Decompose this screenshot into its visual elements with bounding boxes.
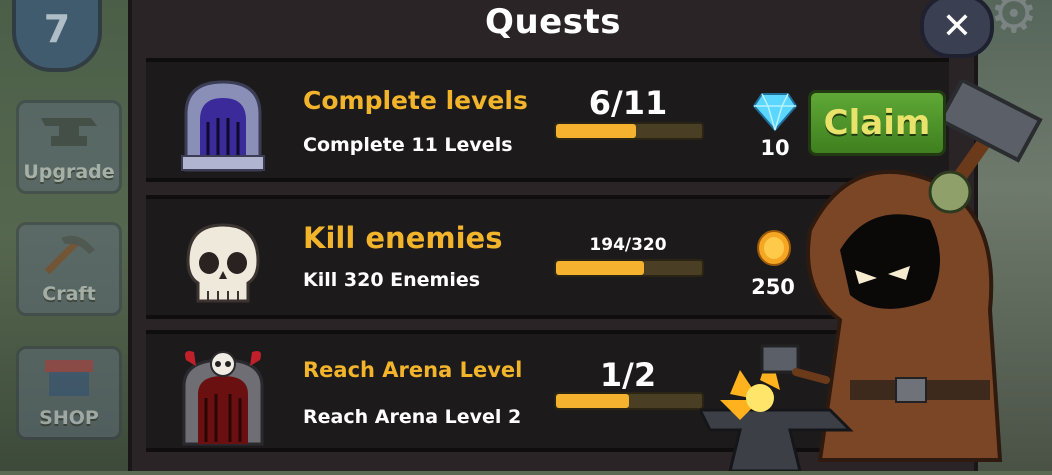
upgrade-button[interactable]: Upgrade [16,100,122,194]
progress-fill [556,124,636,138]
dialog-title: Quests [485,2,621,42]
quest-title: Reach Arena Level [303,358,523,382]
dungeon-door-icon [178,74,268,174]
arena-gate-icon [178,346,268,446]
skull-icon [178,211,268,311]
shop-button[interactable]: SHOP [16,346,122,440]
progress-fill [556,394,629,408]
quest-title: Kill enemies [303,221,503,255]
progress-fill [556,261,645,275]
shop-stall-icon [39,349,99,407]
pickaxe-icon [39,225,99,283]
quest-description: Kill 320 Enemies [303,269,481,291]
craft-button[interactable]: Craft [16,222,122,316]
progress-text: 194/320 [589,235,667,255]
craft-label: Craft [42,283,96,305]
anvil-icon [39,103,99,161]
close-icon: ✕ [941,5,973,47]
quest-description: Complete 11 Levels [303,134,513,156]
level-badge[interactable]: 7 [12,0,102,72]
claim-button[interactable]: Claim [808,90,946,156]
close-button[interactable]: ✕ [920,0,994,58]
progress-bar [554,122,704,140]
quest-title: Complete levels [303,86,528,115]
progress-text: 1/2 [599,356,657,394]
upgrade-label: Upgrade [23,161,115,183]
progress-bar [554,392,704,410]
progress-bar [554,259,704,277]
progress-text: 6/11 [588,84,668,122]
shop-label: SHOP [39,407,99,429]
settings-gear-icon[interactable]: ⚙ [990,0,1038,45]
quest-description: Reach Arena Level 2 [303,406,522,428]
level-number: 7 [43,7,71,51]
